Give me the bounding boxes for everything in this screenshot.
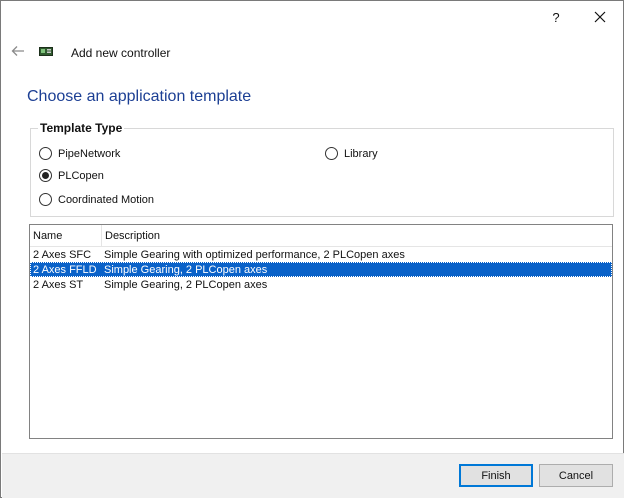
radio-coordinated-motion[interactable]: Coordinated Motion [39,193,154,206]
template-description: Simple Gearing, 2 PLCopen axes [104,278,268,291]
close-icon [594,11,606,23]
template-description: Simple Gearing, 2 PLCopen axes [104,263,268,276]
column-header-description[interactable]: Description [101,225,612,246]
radio-library[interactable]: Library [325,147,378,160]
list-header: Name Description [30,225,612,247]
list-item-selected[interactable]: 2 Axes FFLD Simple Gearing, 2 PLCopen ax… [30,262,612,277]
radio-label: Library [344,147,378,160]
finish-button[interactable]: Finish [459,464,533,487]
dialog-window: ? Add new controller Choose an applicati… [0,0,624,498]
list-item[interactable]: 2 Axes SFC Simple Gearing with optimized… [30,247,612,262]
template-name: 2 Axes ST [33,278,84,291]
back-arrow-icon [11,46,24,56]
radio-button-icon [325,147,338,160]
column-header-name[interactable]: Name [30,230,101,242]
radio-label: PLCopen [58,169,104,182]
template-name: 2 Axes FFLD [33,263,97,276]
close-button[interactable] [583,4,617,30]
radio-plcopen[interactable]: PLCopen [39,169,104,182]
cancel-button[interactable]: Cancel [539,464,613,487]
radio-button-icon [39,193,52,206]
page-heading: Choose an application template [27,88,252,105]
dialog-title: Add new controller [71,46,171,60]
help-label: ? [552,9,560,25]
radio-button-icon [39,147,52,160]
template-description: Simple Gearing with optimized performanc… [104,248,405,261]
controller-icon [39,47,53,56]
radio-pipenetwork[interactable]: PipeNetwork [39,147,120,160]
radio-button-selected-icon [39,169,52,182]
template-type-label: Template Type [38,121,125,135]
radio-label: PipeNetwork [58,147,121,160]
radio-label: Coordinated Motion [58,193,155,206]
template-name: 2 Axes SFC [33,248,92,261]
list-item[interactable]: 2 Axes ST Simple Gearing, 2 PLCopen axes [30,277,612,292]
back-button[interactable] [9,42,27,60]
help-button[interactable]: ? [539,4,573,30]
template-list[interactable]: Name Description 2 Axes SFC Simple Geari… [29,224,613,439]
